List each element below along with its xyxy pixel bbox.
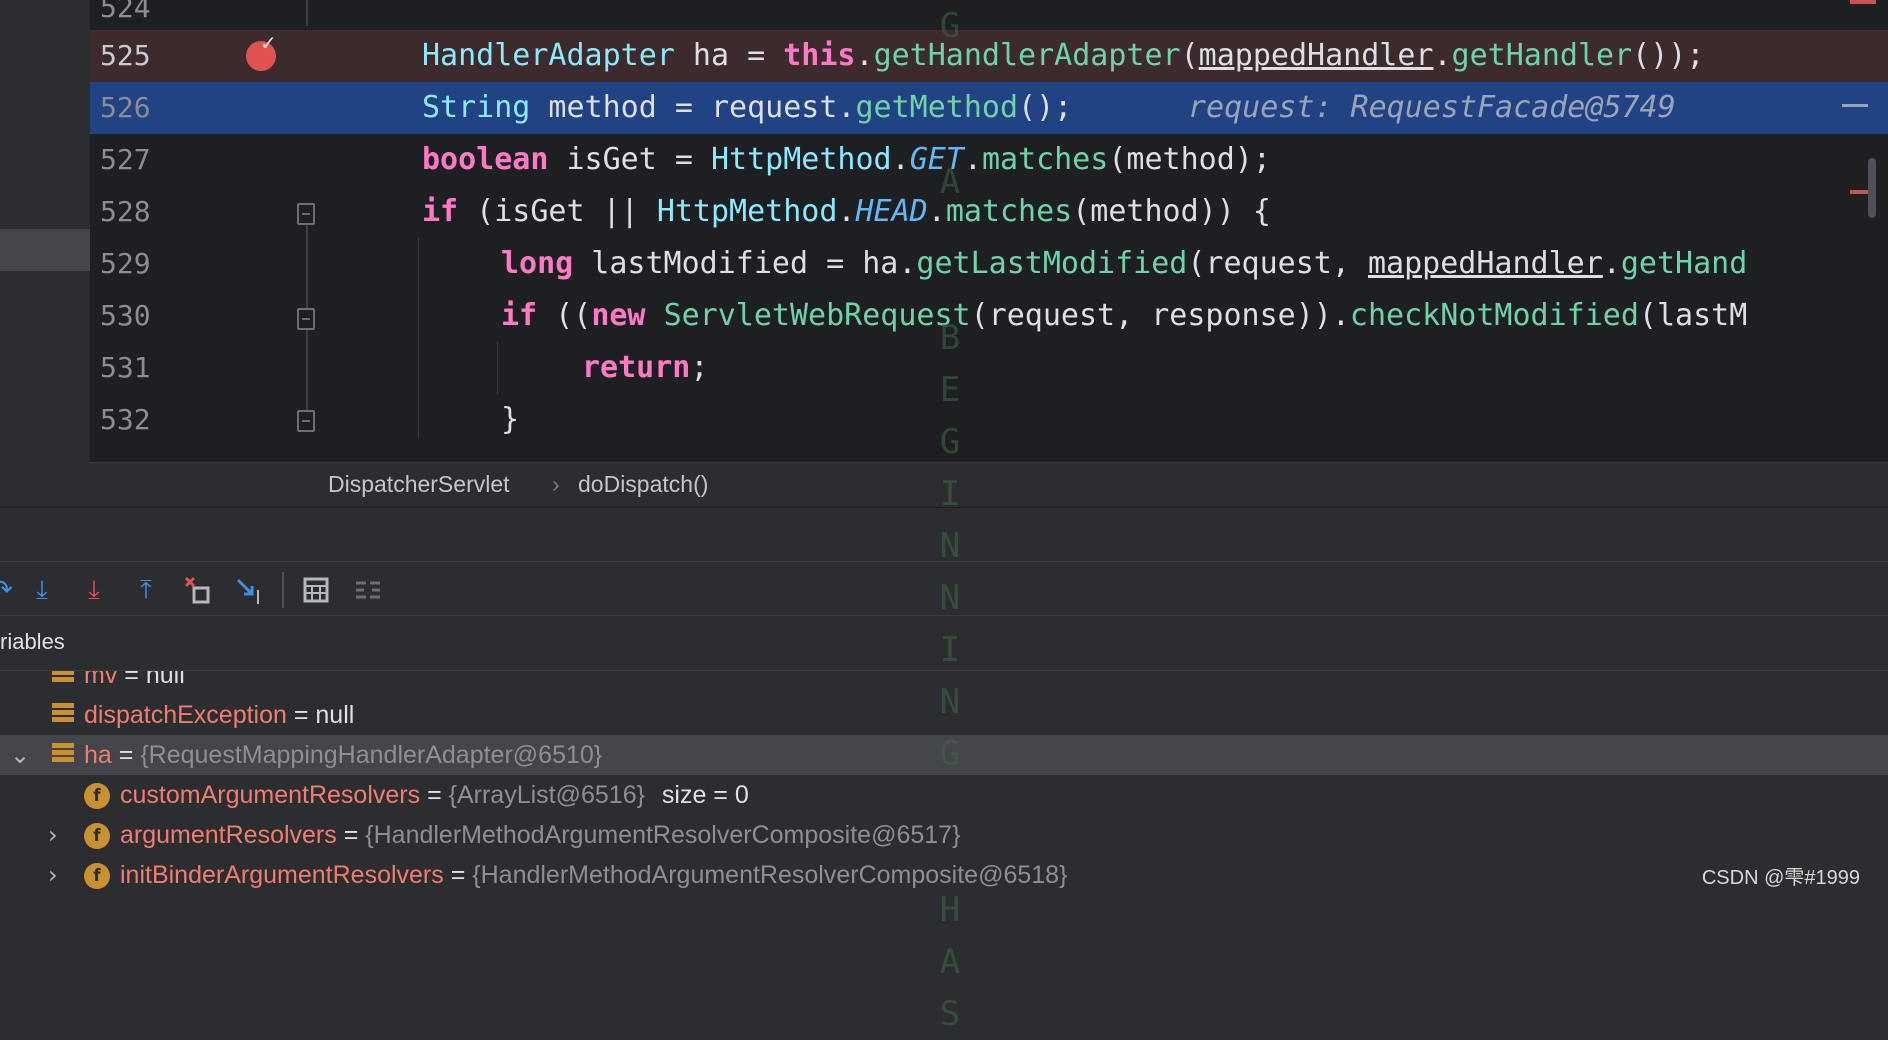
variable-row[interactable]: dispatchException = null bbox=[0, 695, 1888, 735]
code-line-532[interactable]: 532 } bbox=[90, 394, 1888, 446]
variables-tree[interactable]: mv = null dispatchException = null ⌄ ha … bbox=[0, 671, 1888, 896]
code-text: HandlerAdapter ha = this.getHandlerAdapt… bbox=[422, 38, 1705, 73]
field-icon: f bbox=[84, 823, 110, 849]
line-number: 532 bbox=[100, 403, 151, 436]
variable-row[interactable]: mv = null bbox=[0, 671, 1888, 695]
line-number: 524 bbox=[100, 0, 151, 24]
code-line-526[interactable]: 526 String method = request.getMethod();… bbox=[90, 82, 1888, 134]
error-stripe-mark[interactable] bbox=[1850, 0, 1876, 4]
code-line-524[interactable]: 524 bbox=[90, 0, 1888, 34]
chevron-right-icon[interactable]: › bbox=[48, 855, 58, 895]
force-step-into-icon[interactable]: ⤓ bbox=[78, 574, 110, 606]
code-line-531[interactable]: 531 return; bbox=[90, 342, 1888, 394]
variable-row[interactable]: › f argumentResolvers = {HandlerMethodAr… bbox=[0, 815, 1888, 855]
breakpoint-icon[interactable] bbox=[246, 31, 277, 71]
trace-icon[interactable] bbox=[352, 574, 384, 606]
inline-debug-hint: request: RequestFacade@5749 bbox=[1188, 90, 1676, 125]
variable-row[interactable]: › f initBinderArgumentResolvers = {Handl… bbox=[0, 855, 1888, 895]
line-number: 525 bbox=[100, 39, 151, 72]
code-line-527[interactable]: 527 boolean isGet = HttpMethod.GET.match… bbox=[90, 134, 1888, 186]
code-text: String method = request.getMethod(); bbox=[422, 90, 1073, 125]
variable-icon bbox=[52, 743, 74, 765]
run-to-cursor-icon[interactable] bbox=[234, 574, 266, 606]
toolbar-separator bbox=[282, 572, 284, 608]
line-number: 528 bbox=[100, 195, 151, 228]
breadcrumb-method[interactable]: doDispatch() bbox=[578, 463, 708, 506]
line-number: 529 bbox=[100, 247, 151, 280]
breadcrumb: DispatcherServlet › doDispatch() bbox=[90, 462, 1888, 507]
field-icon: f bbox=[84, 863, 110, 889]
current-line-mark[interactable] bbox=[1842, 104, 1868, 107]
variable-icon bbox=[52, 671, 74, 685]
variables-tab[interactable]: riables bbox=[0, 616, 1888, 671]
editor-scroll-marks[interactable] bbox=[1842, 0, 1888, 462]
code-line-530[interactable]: 530 if ((new ServletWebRequest(request, … bbox=[90, 290, 1888, 342]
variable-icon bbox=[52, 703, 74, 725]
line-number: 526 bbox=[100, 91, 151, 124]
step-into-icon[interactable]: ⤓ bbox=[26, 574, 58, 606]
code-text: if (isGet || HttpMethod.HEAD.matches(met… bbox=[422, 194, 1271, 229]
code-editor[interactable]: 524 525 HandlerAdapter ha = this.getHand… bbox=[0, 0, 1888, 507]
field-icon: f bbox=[84, 783, 110, 809]
line-number: 530 bbox=[100, 299, 151, 332]
variables-title: riables bbox=[0, 629, 65, 654]
left-tool-strip bbox=[0, 0, 90, 507]
breadcrumb-class[interactable]: DispatcherServlet bbox=[328, 463, 510, 506]
variable-row-selected[interactable]: ⌄ ha = {RequestMappingHandlerAdapter@651… bbox=[0, 735, 1888, 775]
code-text: long lastModified = ha.getLastModified(r… bbox=[501, 246, 1748, 281]
chevron-right-icon[interactable]: › bbox=[48, 815, 58, 855]
step-over-icon[interactable]: ↷ bbox=[0, 574, 18, 606]
code-text: } bbox=[501, 402, 520, 437]
debug-toolbar: ↷ ⤓ ⤓ ⤒ bbox=[0, 561, 1888, 616]
step-out-icon[interactable]: ⤒ bbox=[130, 574, 162, 606]
evaluate-expression-icon[interactable] bbox=[300, 574, 332, 606]
drop-frame-icon[interactable] bbox=[182, 574, 214, 606]
debug-panel-header bbox=[0, 507, 1888, 562]
variable-row[interactable]: f customArgumentResolvers = {ArrayList@6… bbox=[0, 775, 1888, 815]
line-number: 531 bbox=[100, 351, 151, 384]
line-number: 527 bbox=[100, 143, 151, 176]
left-strip-selection bbox=[0, 229, 90, 271]
editor-scrollbar[interactable] bbox=[1868, 158, 1876, 218]
breadcrumb-separator: › bbox=[552, 471, 560, 497]
code-text: boolean isGet = HttpMethod.GET.matches(m… bbox=[422, 142, 1271, 177]
watermark: CSDN @雫#1999 bbox=[1701, 867, 1860, 889]
code-text: return; bbox=[582, 350, 709, 385]
chevron-down-icon[interactable]: ⌄ bbox=[10, 735, 30, 775]
code-line-529[interactable]: 529 long lastModified = ha.getLastModifi… bbox=[90, 238, 1888, 290]
code-text: if ((new ServletWebRequest(request, resp… bbox=[501, 298, 1748, 333]
code-line-525[interactable]: 525 HandlerAdapter ha = this.getHandlerA… bbox=[90, 30, 1888, 82]
code-line-528[interactable]: 528 if (isGet || HttpMethod.HEAD.matches… bbox=[90, 186, 1888, 238]
